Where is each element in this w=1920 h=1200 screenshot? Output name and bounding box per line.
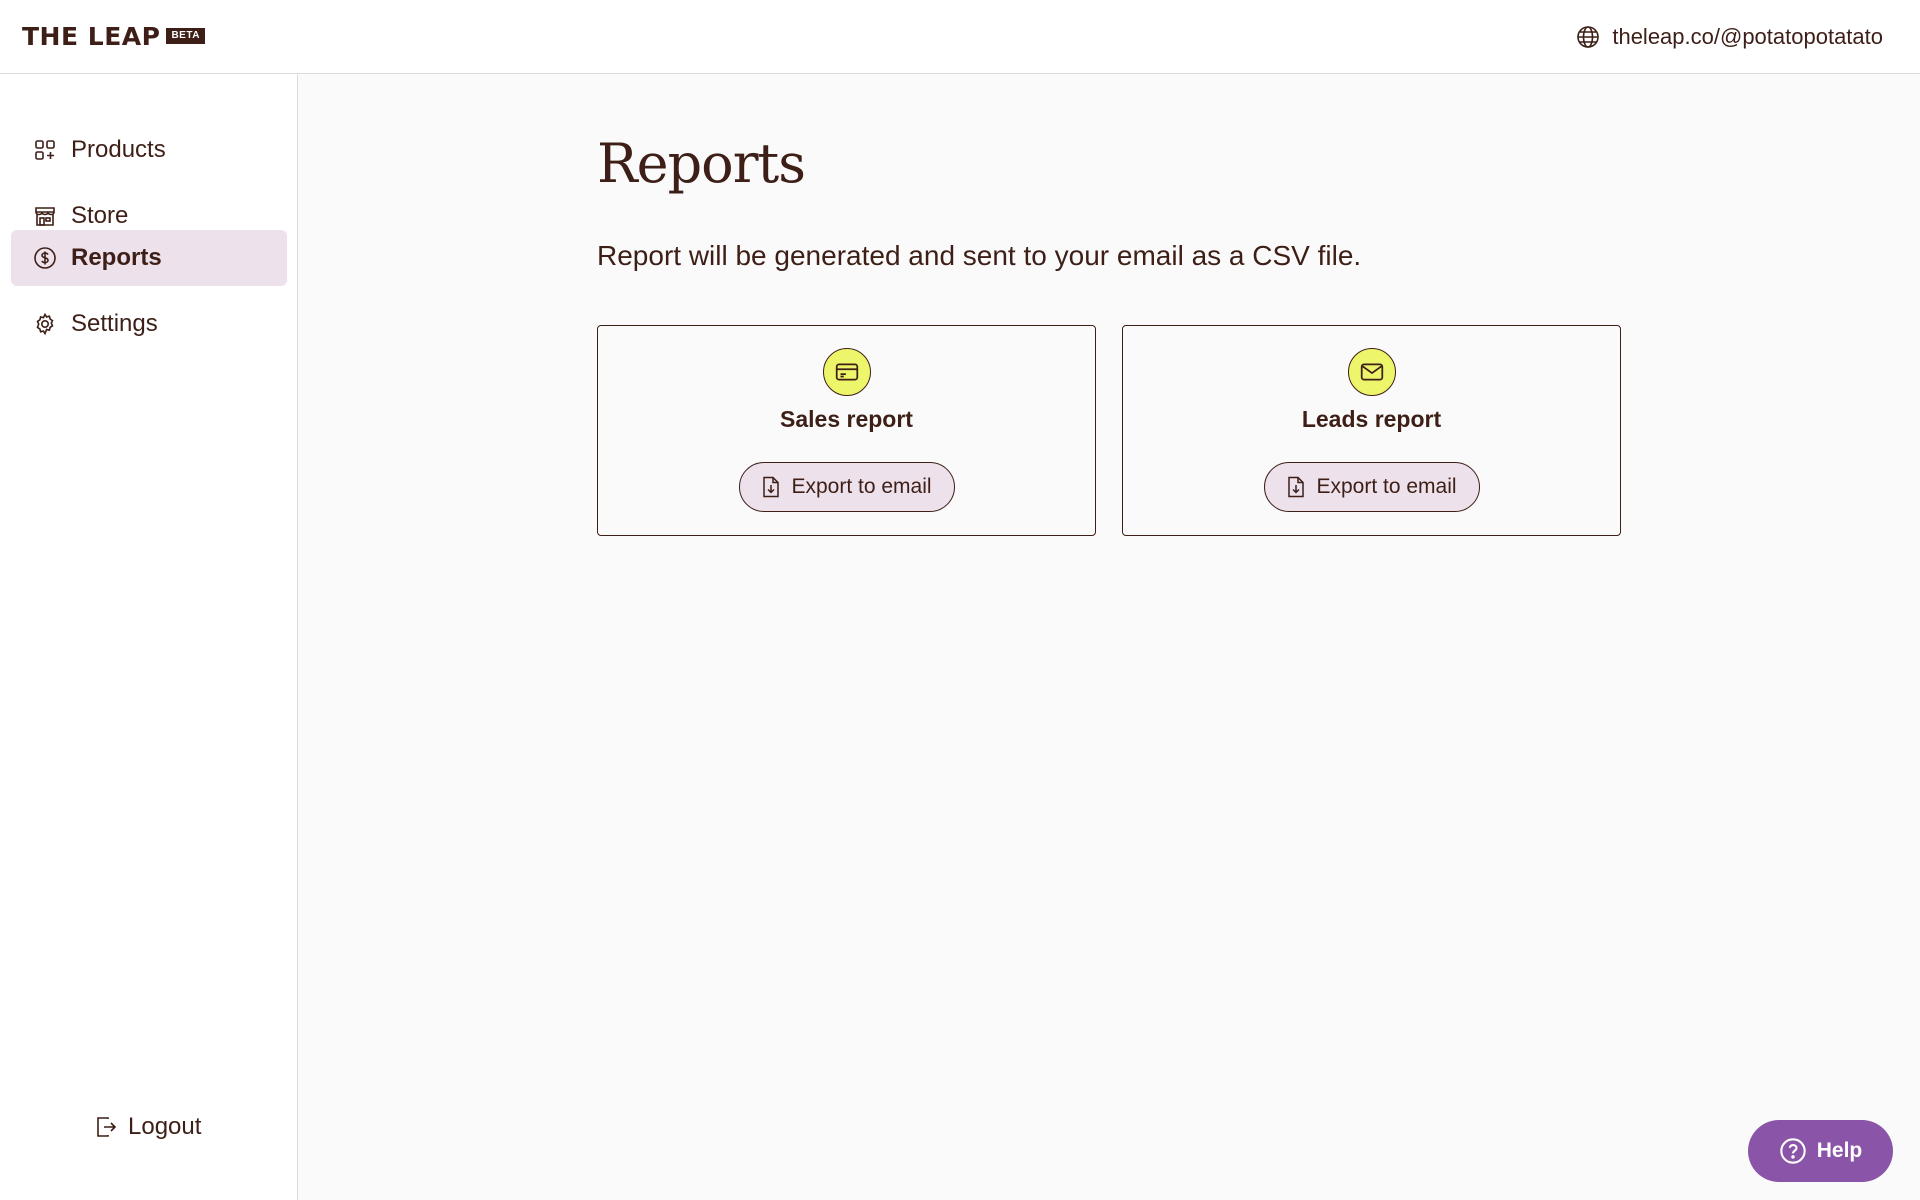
leads-report-card: Leads report Export to email (1122, 325, 1621, 536)
page-subtitle: Report will be generated and sent to you… (597, 240, 1362, 271)
export-sales-report-button[interactable]: Export to email (738, 462, 955, 512)
card-title: Sales report (780, 406, 913, 432)
sidebar-item-label: Products (71, 136, 166, 163)
sidebar-item-reports[interactable]: Reports (11, 230, 287, 286)
store-url-link[interactable]: theleap.co/@potatopotatato (1576, 22, 1883, 52)
products-grid-icon (35, 140, 55, 160)
file-download-icon (763, 476, 780, 498)
logout-button[interactable]: Logout (94, 1107, 201, 1147)
question-circle-icon (1780, 1138, 1806, 1164)
beta-badge: BETA (166, 28, 205, 44)
export-button-label: Export to email (1316, 475, 1457, 498)
logout-icon (97, 1117, 117, 1137)
logo[interactable]: THE LEAP BETA (22, 21, 205, 51)
export-button-label: Export to email (791, 475, 932, 498)
credit-card-icon (822, 348, 871, 396)
dollar-circle-icon (34, 247, 56, 269)
sidebar-item-label: Settings (71, 310, 158, 337)
envelope-icon (1347, 348, 1396, 396)
logout-label: Logout (128, 1113, 202, 1140)
sidebar-item-products[interactable]: Products (11, 122, 287, 178)
gear-icon (36, 312, 54, 336)
globe-icon (1577, 26, 1600, 48)
export-leads-report-button[interactable]: Export to email (1263, 462, 1480, 512)
card-title: Leads report (1301, 406, 1442, 432)
help-button[interactable]: Help (1748, 1120, 1893, 1182)
file-download-icon (1288, 476, 1305, 498)
page-title: Reports (597, 132, 806, 195)
top-bar: THE LEAP BETA theleap.co/@potatopotatato (0, 0, 1920, 74)
help-label: Help (1816, 1139, 1863, 1162)
sidebar-item-label: Reports (71, 244, 162, 271)
sidebar: Products Store Reports Settings Logout (0, 74, 298, 1200)
store-url-text: theleap.co/@potatopotatato (1612, 24, 1883, 49)
logo-text: THE LEAP (22, 21, 161, 51)
sidebar-item-label: Store (71, 202, 129, 229)
sales-report-card: Sales report Export to email (597, 325, 1096, 536)
sidebar-item-settings[interactable]: Settings (11, 296, 287, 352)
storefront-icon (35, 207, 55, 226)
